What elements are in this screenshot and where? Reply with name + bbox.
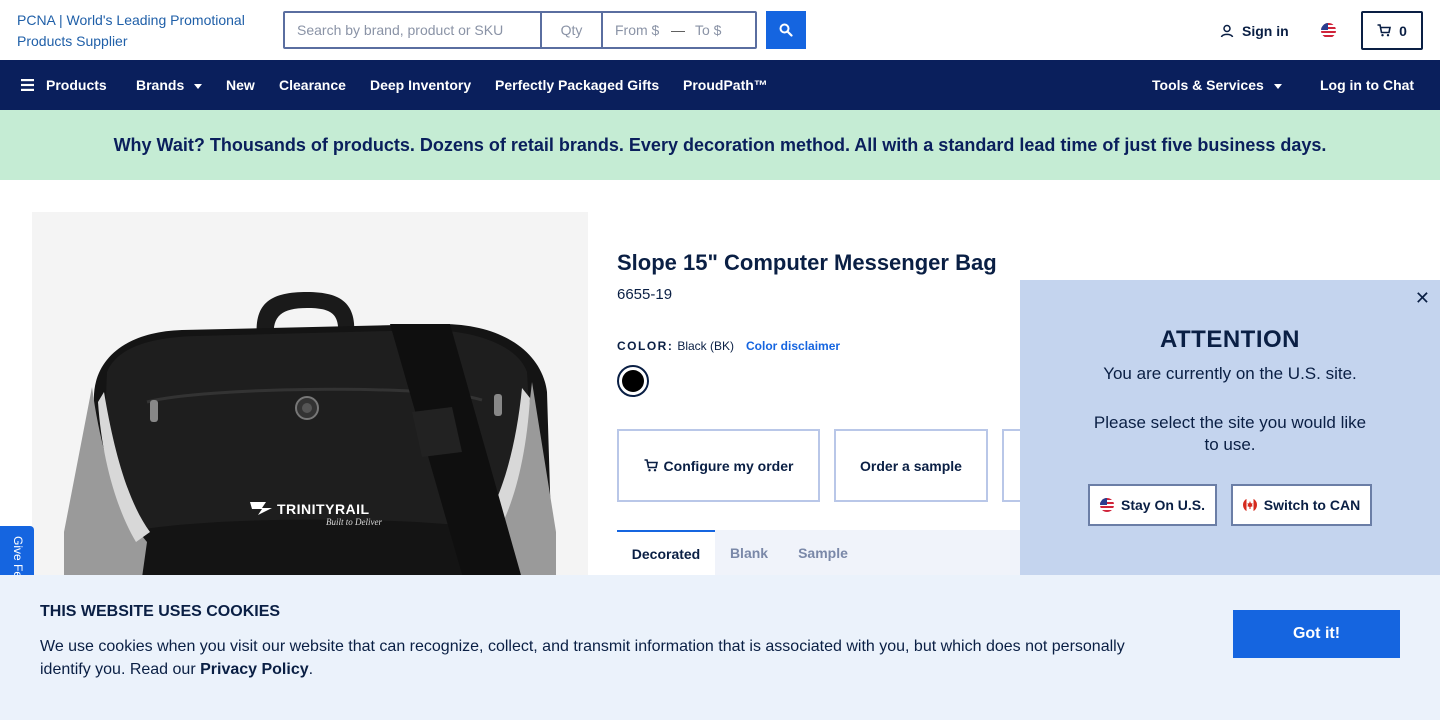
configure-order-label: Configure my order bbox=[663, 457, 794, 474]
chevron-down-icon bbox=[194, 83, 203, 89]
main-nav: Products Brands New Clearance Deep Inven… bbox=[0, 60, 1440, 110]
chevron-down-icon bbox=[1273, 83, 1282, 89]
stay-us-label: Stay On U.S. bbox=[1120, 497, 1206, 513]
bag-tagline-text: Built to Deliver bbox=[326, 517, 382, 527]
nav-clearance[interactable]: Clearance bbox=[279, 60, 346, 110]
nav-login-chat[interactable]: Log in to Chat bbox=[1320, 60, 1414, 110]
product-sku: 6655-19 bbox=[617, 286, 673, 303]
switch-can-button[interactable]: Switch to CAN bbox=[1231, 484, 1372, 526]
order-sample-button[interactable]: Order a sample bbox=[834, 429, 988, 502]
tab-sample[interactable]: Sample bbox=[783, 530, 863, 575]
color-row: COLOR: Black (BK) Color disclaimer bbox=[617, 339, 840, 353]
order-sample-label: Order a sample bbox=[860, 457, 962, 474]
price-from-input[interactable] bbox=[603, 13, 669, 47]
nav-proudpath[interactable]: ProudPath™ bbox=[683, 60, 768, 110]
search-button[interactable] bbox=[766, 11, 806, 49]
attention-prompt: Please select the site you would like to… bbox=[1093, 413, 1367, 454]
cookie-suffix: . bbox=[308, 661, 314, 678]
canada-flag-icon bbox=[1242, 498, 1257, 512]
cart-button[interactable]: 0 bbox=[1361, 11, 1423, 50]
configure-order-button[interactable]: Configure my order bbox=[617, 429, 820, 502]
sign-in-label: Sign in bbox=[1242, 23, 1289, 39]
hamburger-icon bbox=[21, 79, 34, 91]
site-selector-modal: ✕ ATTENTION You are currently on the U.S… bbox=[1020, 280, 1440, 575]
price-range-dash: — bbox=[671, 22, 685, 38]
nav-new[interactable]: New bbox=[226, 60, 255, 110]
cart-count: 0 bbox=[1399, 22, 1407, 39]
nav-products[interactable]: Products bbox=[21, 60, 107, 110]
product-title: Slope 15" Computer Messenger Bag bbox=[617, 250, 997, 275]
nav-deep-inventory[interactable]: Deep Inventory bbox=[370, 60, 471, 110]
color-value: Black (BK) bbox=[677, 339, 735, 353]
cart-icon bbox=[1377, 24, 1392, 37]
search-input[interactable] bbox=[285, 13, 542, 47]
us-flag-icon[interactable] bbox=[1321, 23, 1336, 38]
tab-decorated[interactable]: Decorated bbox=[617, 530, 715, 575]
qty-input[interactable] bbox=[542, 13, 603, 47]
us-flag-icon bbox=[1099, 498, 1114, 512]
price-to-input[interactable] bbox=[687, 13, 755, 47]
nav-tools-services[interactable]: Tools & Services bbox=[1152, 60, 1282, 110]
site-header: PCNA | World's Leading Promotional Produ… bbox=[0, 0, 1440, 60]
color-disclaimer-link[interactable]: Color disclaimer bbox=[746, 339, 840, 353]
pcna-logo[interactable]: PCNA | World's Leading Promotional Produ… bbox=[17, 10, 277, 52]
attention-title: ATTENTION bbox=[1159, 326, 1301, 353]
cookie-banner: THIS WEBSITE USES COOKIES We use cookies… bbox=[0, 575, 1440, 720]
switch-can-label: Switch to CAN bbox=[1263, 497, 1361, 513]
privacy-policy-link[interactable]: Privacy Policy bbox=[200, 661, 309, 678]
bag-brand-text: TRINITYRAIL bbox=[277, 501, 370, 517]
color-swatch-black[interactable] bbox=[617, 365, 649, 397]
search-icon bbox=[779, 23, 793, 37]
color-swatch-fill bbox=[622, 370, 644, 392]
got-it-button[interactable]: Got it! bbox=[1233, 610, 1400, 658]
nav-brands-label: Brands bbox=[136, 77, 185, 93]
cookie-title: THIS WEBSITE USES COOKIES bbox=[40, 603, 281, 620]
tab-blank[interactable]: Blank bbox=[715, 530, 783, 575]
close-icon[interactable]: ✕ bbox=[1415, 288, 1430, 309]
attention-message: You are currently on the U.S. site. bbox=[1103, 364, 1357, 383]
search-bar: — bbox=[283, 11, 757, 49]
sign-in-link[interactable]: Sign in bbox=[1220, 21, 1289, 41]
stay-us-button[interactable]: Stay On U.S. bbox=[1088, 484, 1217, 526]
promo-banner: Why Wait? Thousands of products. Dozens … bbox=[0, 110, 1440, 180]
nav-products-label: Products bbox=[46, 77, 107, 93]
nav-brands[interactable]: Brands bbox=[136, 60, 203, 110]
color-label: COLOR: bbox=[617, 339, 674, 353]
user-icon bbox=[1220, 24, 1234, 38]
promo-banner-text: Why Wait? Thousands of products. Dozens … bbox=[113, 134, 1327, 155]
nav-perfectly-packaged-gifts[interactable]: Perfectly Packaged Gifts bbox=[495, 60, 659, 110]
cookie-text: We use cookies when you visit our websit… bbox=[40, 635, 1150, 681]
cart-icon bbox=[644, 459, 658, 472]
nav-tools-services-label: Tools & Services bbox=[1152, 77, 1264, 93]
